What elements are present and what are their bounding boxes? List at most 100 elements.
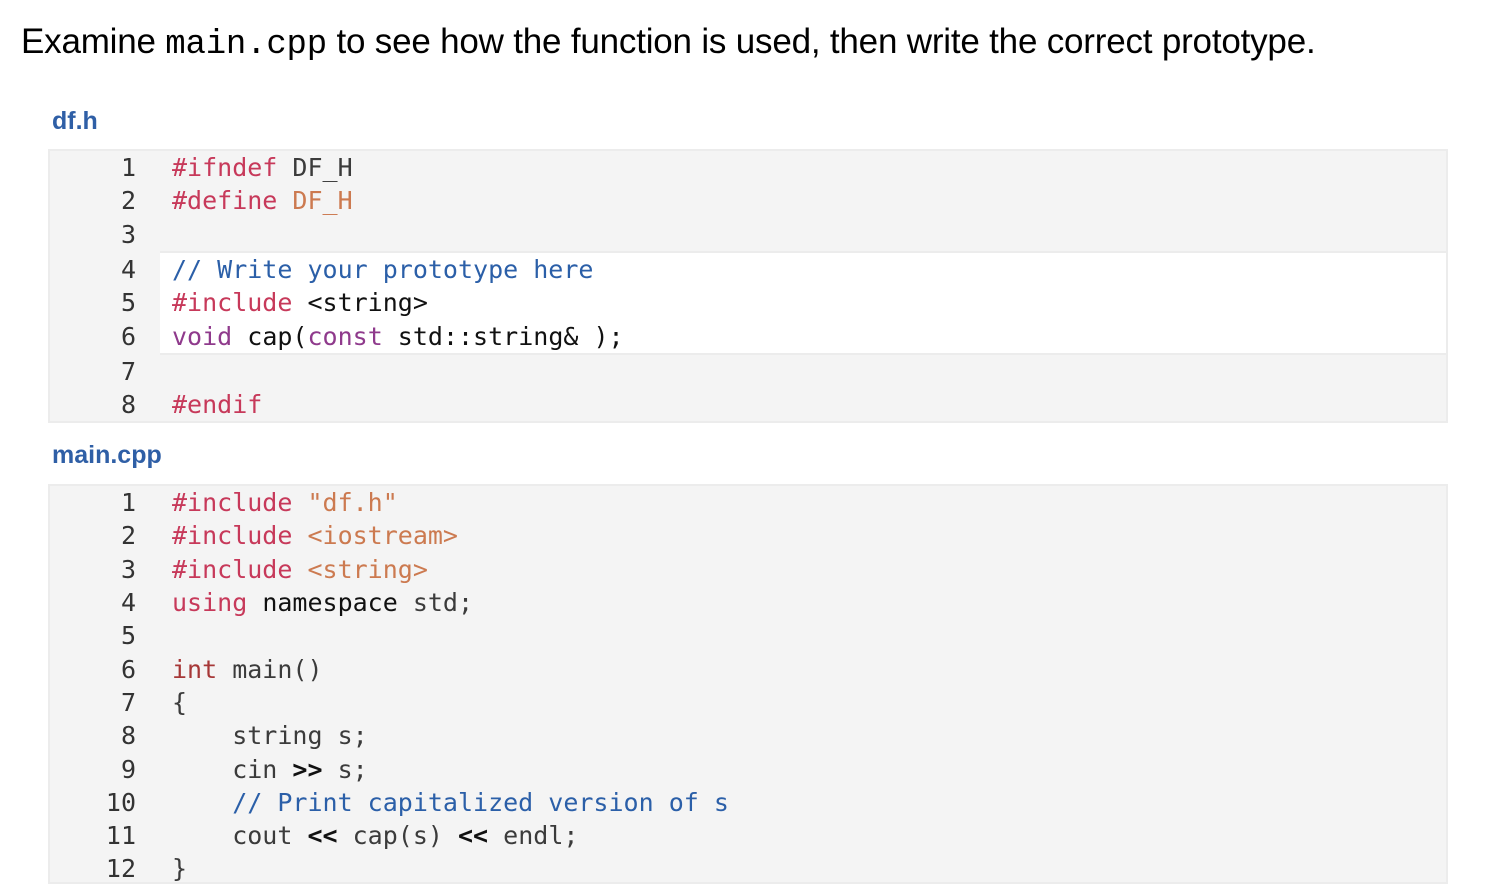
code-token: void xyxy=(172,321,233,351)
code-text: using namespace std; xyxy=(162,586,1446,619)
code-token: <string> xyxy=(292,288,428,318)
code-token: DF_H xyxy=(292,186,353,216)
code-line[interactable]: 4 // Write your prototype here xyxy=(50,253,1446,286)
code-token: <string> xyxy=(307,554,428,584)
code-token: endl; xyxy=(488,821,579,851)
editable-code-text[interactable]: #include <string> xyxy=(162,286,1446,319)
file-label-main-cpp: main.cpp xyxy=(52,441,162,469)
code-token: cout xyxy=(172,821,308,851)
line-number: 4 xyxy=(120,255,136,285)
line-number: 6 xyxy=(120,654,136,684)
code-token: << xyxy=(307,821,338,851)
code-token: <iostream> xyxy=(307,521,458,551)
line-number: 7 xyxy=(120,356,136,386)
code-token: std; xyxy=(397,588,474,618)
line-number: 12 xyxy=(105,854,136,884)
line-number: 11 xyxy=(105,821,136,851)
code-token: #include xyxy=(172,521,308,551)
code-line: 9 cin >> s; xyxy=(50,752,1446,785)
code-line: 5 xyxy=(50,619,1446,652)
line-number: 8 xyxy=(120,721,136,751)
line-number: 1 xyxy=(120,153,136,183)
code-text: { xyxy=(162,686,1446,719)
code-line[interactable]: 5 #include <string> xyxy=(50,286,1446,319)
code-token: #ifndef xyxy=(172,153,293,183)
line-number: 7 xyxy=(120,687,136,717)
instructions-code-ref: main.cpp xyxy=(165,26,327,64)
code-token: const xyxy=(307,321,383,351)
code-token: cap( xyxy=(232,321,308,351)
code-token: // Print capitalized version of s xyxy=(172,787,729,817)
code-line[interactable]: 6 void cap(const std::string& ); xyxy=(50,319,1446,352)
code-token: main() xyxy=(217,654,323,684)
code-text: #define DF_H xyxy=(162,184,1446,217)
code-viewer-main-cpp: 1 #include "df.h" 2 #include <iostream> 3 #in… xyxy=(48,484,1448,884)
code-line: 7 xyxy=(50,355,1446,388)
instructions-text-after: to see how the function is used, then wr… xyxy=(326,22,1316,61)
code-token: } xyxy=(172,854,188,884)
code-line: 8 string s; xyxy=(50,719,1446,752)
code-line: 1 #ifndef DF_H xyxy=(50,151,1446,184)
line-number: 3 xyxy=(120,219,136,249)
code-text: } xyxy=(162,852,1446,885)
code-token: // Write your prototype here xyxy=(172,255,594,285)
line-number: 2 xyxy=(120,186,136,216)
line-number: 10 xyxy=(105,787,136,817)
instructions: Examine main.cpp to see how the function… xyxy=(21,22,1316,64)
code-token: int xyxy=(172,654,218,684)
code-token: using xyxy=(172,588,248,618)
code-token: #endif xyxy=(172,390,263,420)
editable-region[interactable]: 4 // Write your prototype here 5 #include <… xyxy=(121,250,1446,355)
code-line: 2 #define DF_H xyxy=(50,184,1446,217)
code-text: // Print capitalized version of s xyxy=(162,786,1446,819)
code-line: 11 cout << cap(s) << endl; xyxy=(50,819,1446,852)
code-line: 8 #endif xyxy=(50,388,1446,421)
code-line: 6 int main() xyxy=(50,652,1446,685)
line-number: 6 xyxy=(120,321,136,351)
editable-code-text[interactable]: void cap(const std::string& ); xyxy=(162,319,1446,352)
code-token: s; xyxy=(322,754,368,784)
code-text: int main() xyxy=(162,652,1446,685)
line-number: 2 xyxy=(120,521,136,551)
line-number: 1 xyxy=(120,488,136,518)
code-text: string s; xyxy=(162,719,1446,752)
line-number: 8 xyxy=(120,390,136,420)
code-token: { xyxy=(172,687,188,717)
code-token: std::string& ); xyxy=(382,321,624,351)
code-text: cin >> s; xyxy=(162,752,1446,785)
code-line: 4 using namespace std; xyxy=(50,586,1446,619)
code-token: namespace xyxy=(247,588,398,618)
code-token: DF_H xyxy=(292,153,353,183)
code-text: #ifndef DF_H xyxy=(162,151,1446,184)
instructions-text-before: Examine xyxy=(21,22,166,61)
code-line: 10 // Print capitalized version of s xyxy=(50,786,1446,819)
code-token: cin xyxy=(172,754,293,784)
code-line: 3 xyxy=(50,218,1446,251)
code-line: 1 #include "df.h" xyxy=(50,486,1446,519)
code-token: "df.h" xyxy=(307,488,398,518)
code-token: #define xyxy=(172,186,293,216)
code-text: #endif xyxy=(162,388,1446,421)
code-token: << xyxy=(458,821,489,851)
code-text: #include <iostream> xyxy=(162,519,1446,552)
code-token: #include xyxy=(172,554,308,584)
code-token: >> xyxy=(292,754,323,784)
code-line: 12} xyxy=(50,852,1446,885)
code-token: cap(s) xyxy=(337,821,458,851)
code-line: 7{ xyxy=(50,686,1446,719)
line-number: 3 xyxy=(120,554,136,584)
code-editor-df-h[interactable]: 1 #ifndef DF_H 2 #define DF_H 3 4 // Write you… xyxy=(48,149,1448,424)
code-token: #include xyxy=(172,288,293,318)
code-line: 2 #include <iostream> xyxy=(50,519,1446,552)
line-number: 4 xyxy=(120,588,136,618)
code-token: string s; xyxy=(172,721,368,751)
line-number: 5 xyxy=(120,621,136,651)
code-token: #include xyxy=(172,488,308,518)
editable-code-text[interactable]: // Write your prototype here xyxy=(162,253,1446,286)
code-text: #include "df.h" xyxy=(162,486,1446,519)
code-line: 3 #include <string> xyxy=(50,553,1446,586)
code-text: cout << cap(s) << endl; xyxy=(162,819,1446,852)
